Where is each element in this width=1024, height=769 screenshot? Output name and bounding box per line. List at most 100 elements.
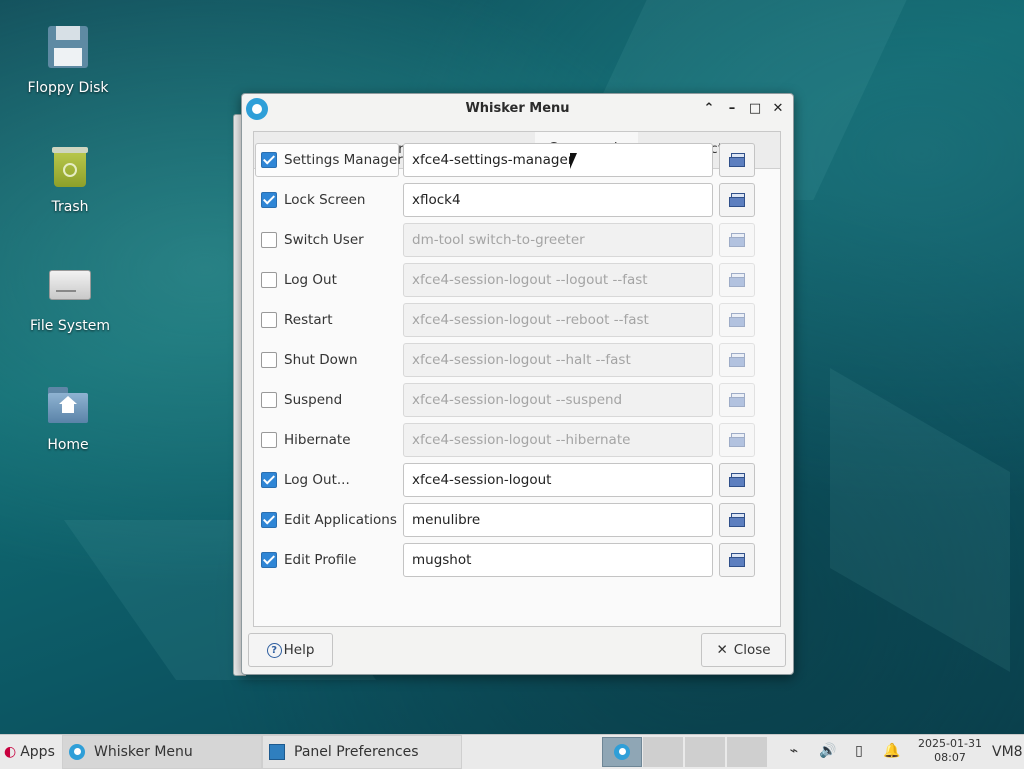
- network-icon[interactable]: ⌁: [786, 743, 802, 759]
- open-file-icon: [729, 353, 745, 367]
- browse-command-button[interactable]: [719, 183, 755, 217]
- maximize-window-button[interactable]: □: [746, 100, 764, 118]
- command-toggle[interactable]: Lock Screen: [255, 183, 399, 217]
- whisker-menu-dialog: Whisker Menu ⌃ – □ ✕ General Appearance …: [241, 93, 794, 675]
- command-field[interactable]: [403, 543, 713, 577]
- checkbox-unchecked-icon[interactable]: [261, 352, 277, 368]
- close-icon: ✕: [716, 642, 728, 658]
- open-file-icon: [729, 393, 745, 407]
- command-field[interactable]: [403, 503, 713, 537]
- checkbox-unchecked-icon[interactable]: [261, 432, 277, 448]
- volume-icon[interactable]: 🔊: [819, 743, 836, 759]
- workspace-1[interactable]: [602, 737, 642, 767]
- command-label: Restart: [284, 312, 333, 328]
- help-button-label: Help: [283, 642, 315, 658]
- workspace-4[interactable]: [727, 737, 767, 767]
- command-field[interactable]: [403, 303, 713, 337]
- checkbox-unchecked-icon[interactable]: [261, 312, 277, 328]
- shade-window-button[interactable]: ⌃: [700, 100, 718, 118]
- checkbox-checked-icon[interactable]: [261, 152, 277, 168]
- command-field[interactable]: [403, 343, 713, 377]
- hard-drive-icon: [46, 262, 94, 310]
- desktop-icon-floppy-disk[interactable]: Floppy Disk: [18, 24, 118, 96]
- browse-command-button[interactable]: [719, 463, 755, 497]
- close-window-button[interactable]: ✕: [769, 100, 787, 118]
- open-file-icon: [729, 273, 745, 287]
- browse-command-button[interactable]: [719, 263, 755, 297]
- minimize-window-button[interactable]: –: [723, 100, 741, 118]
- browse-command-button[interactable]: [719, 543, 755, 577]
- workspace-2[interactable]: [643, 737, 683, 767]
- command-toggle[interactable]: Hibernate: [255, 423, 399, 457]
- task-panel-preferences[interactable]: Panel Preferences: [262, 735, 462, 769]
- command-field[interactable]: [403, 423, 713, 457]
- command-toggle[interactable]: Log Out...: [255, 463, 399, 497]
- debian-logo-icon: ◐: [4, 744, 17, 760]
- command-toggle[interactable]: Shut Down: [255, 343, 399, 377]
- command-row: Hibernate: [255, 423, 765, 457]
- command-field[interactable]: [403, 183, 713, 217]
- command-toggle[interactable]: Settings Manager: [255, 143, 403, 177]
- command-field[interactable]: [403, 383, 713, 417]
- browse-command-button[interactable]: [719, 383, 755, 417]
- help-button[interactable]: ? Help: [248, 633, 333, 667]
- browse-command-button[interactable]: [719, 503, 755, 537]
- command-field[interactable]: [403, 223, 713, 257]
- battery-icon[interactable]: ▯: [851, 743, 867, 759]
- workspace-window-icon: [614, 744, 630, 760]
- command-field[interactable]: [403, 463, 713, 497]
- command-row: Shut Down: [255, 343, 765, 377]
- command-row: Restart: [255, 303, 765, 337]
- checkbox-checked-icon[interactable]: [261, 192, 277, 208]
- command-field[interactable]: [403, 263, 713, 297]
- trash-icon: [46, 143, 94, 191]
- browse-command-button[interactable]: [719, 143, 755, 177]
- command-toggle[interactable]: Log Out: [255, 263, 399, 297]
- command-field[interactable]: [403, 143, 713, 177]
- open-file-icon: [729, 433, 745, 447]
- browse-command-button[interactable]: [719, 223, 755, 257]
- home-folder-icon: [44, 381, 92, 429]
- command-row: Log Out: [255, 263, 765, 297]
- command-row: Lock Screen: [255, 183, 765, 217]
- checkbox-checked-icon[interactable]: [261, 512, 277, 528]
- browse-command-button[interactable]: [719, 423, 755, 457]
- desktop-icon-home[interactable]: Home: [18, 381, 118, 453]
- checkbox-unchecked-icon[interactable]: [261, 232, 277, 248]
- notification-bell-icon[interactable]: 🔔: [883, 743, 900, 759]
- task-whisker-menu[interactable]: Whisker Menu: [62, 735, 262, 769]
- desktop-icon-trash[interactable]: Trash: [20, 143, 120, 215]
- workspace-3[interactable]: [685, 737, 725, 767]
- task-label: Panel Preferences: [294, 744, 419, 760]
- command-label: Log Out...: [284, 472, 350, 488]
- command-toggle[interactable]: Edit Profile: [255, 543, 399, 577]
- command-toggle[interactable]: Suspend: [255, 383, 399, 417]
- checkbox-unchecked-icon[interactable]: [261, 272, 277, 288]
- title-bar[interactable]: Whisker Menu ⌃ – □ ✕: [242, 94, 793, 124]
- clock-time: 08:07: [934, 751, 966, 764]
- command-toggle[interactable]: Restart: [255, 303, 399, 337]
- command-toggle[interactable]: Switch User: [255, 223, 399, 257]
- whisker-menu-icon: [69, 744, 85, 760]
- open-file-icon: [729, 153, 745, 167]
- desktop-icon-file-system[interactable]: File System: [20, 262, 120, 334]
- command-label: Lock Screen: [284, 192, 366, 208]
- open-file-icon: [729, 553, 745, 567]
- checkbox-checked-icon[interactable]: [261, 472, 277, 488]
- panel-preferences-icon: [269, 744, 285, 760]
- apps-menu-label: Apps: [20, 744, 55, 760]
- apps-menu-button[interactable]: ◐ Apps: [2, 735, 62, 769]
- command-toggle[interactable]: Edit Applications: [255, 503, 399, 537]
- browse-command-button[interactable]: [719, 343, 755, 377]
- close-button[interactable]: ✕ Close: [701, 633, 786, 667]
- clock[interactable]: 2025-01-31 08:07: [918, 737, 982, 765]
- open-file-icon: [729, 313, 745, 327]
- browse-command-button[interactable]: [719, 303, 755, 337]
- desktop-icon-label: Home: [47, 437, 89, 453]
- help-icon: ?: [266, 642, 282, 658]
- checkbox-checked-icon[interactable]: [261, 552, 277, 568]
- command-row: Suspend: [255, 383, 765, 417]
- desktop-icon-label: Trash: [51, 199, 89, 215]
- command-label: Settings Manager: [284, 152, 403, 168]
- checkbox-unchecked-icon[interactable]: [261, 392, 277, 408]
